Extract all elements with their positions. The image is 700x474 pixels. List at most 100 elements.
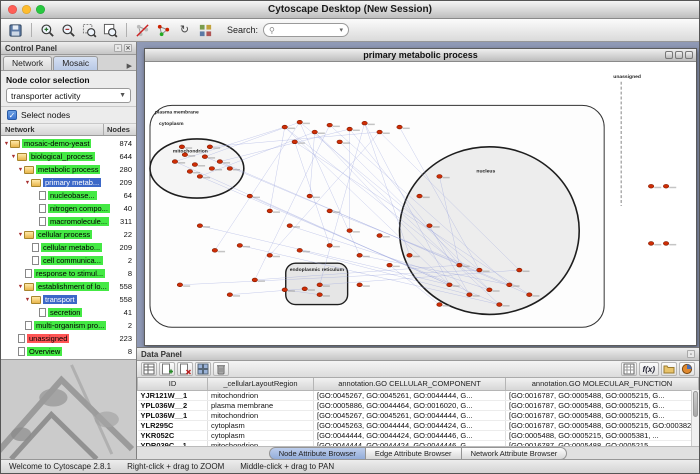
- network-node[interactable]: [192, 163, 197, 167]
- tree-item-cellular-metabo[interactable]: cellular metabo...209: [1, 241, 136, 254]
- table-row[interactable]: YPL036W__2plasma membrane[GO:0005886, GO…: [138, 400, 699, 410]
- color-attribute-dropdown[interactable]: transporter activity ▼: [6, 88, 131, 103]
- tree-item-primary-metab[interactable]: ▼primary metab...209: [1, 176, 136, 189]
- zoom-window-button[interactable]: [36, 5, 45, 14]
- network-node[interactable]: [312, 130, 317, 134]
- network-node[interactable]: [327, 209, 332, 213]
- tab-scroll-right-icon[interactable]: ▶: [125, 62, 134, 70]
- network-canvas[interactable]: plasma membrane cytoplasm mitochondrion …: [145, 62, 696, 345]
- tree-item-transport[interactable]: ▼transport558: [1, 293, 136, 306]
- tab-node-attribute-browser[interactable]: Node Attribute Browser: [269, 447, 366, 460]
- network-node[interactable]: [377, 130, 382, 134]
- tree-item-mosaic-demo-yeast[interactable]: ▼mosaic-demo-yeast874: [1, 137, 136, 150]
- network-overview[interactable]: [1, 359, 136, 459]
- network-node[interactable]: [477, 268, 482, 272]
- tree-item-cellular-process[interactable]: ▼cellular process22: [1, 228, 136, 241]
- network-node[interactable]: [327, 244, 332, 248]
- tree-item-nitrogen-compo[interactable]: nitrogen compo...40: [1, 202, 136, 215]
- network-node[interactable]: [357, 283, 362, 287]
- network-node[interactable]: [437, 303, 442, 307]
- select-all-attributes-button[interactable]: [195, 362, 211, 376]
- tree-expand-icon[interactable]: ▼: [24, 297, 31, 303]
- tree-item-response-to-stimul[interactable]: response to stimul...8: [1, 267, 136, 280]
- tree-expand-icon[interactable]: ▼: [10, 154, 17, 160]
- delete-attribute-button[interactable]: [177, 362, 193, 376]
- network-node[interactable]: [227, 167, 232, 171]
- network-node[interactable]: [212, 248, 217, 252]
- network-node[interactable]: [317, 283, 322, 287]
- close-panel-icon[interactable]: ✕: [124, 44, 132, 52]
- tree-item-overview[interactable]: Overview8: [1, 345, 136, 358]
- column-header-id[interactable]: ID: [138, 378, 208, 390]
- network-node[interactable]: [397, 125, 402, 129]
- column-header--cellularlayoutregion[interactable]: _cellularLayoutRegion: [208, 378, 314, 390]
- tree-item-unassigned[interactable]: unassigned223: [1, 332, 136, 345]
- network-node[interactable]: [197, 224, 202, 228]
- close-window-button[interactable]: [8, 5, 17, 14]
- attribute-matrix-button[interactable]: [621, 362, 637, 376]
- search-dropdown-icon[interactable]: ▾: [340, 26, 344, 34]
- column-header-nodes[interactable]: Nodes: [104, 124, 136, 135]
- minimize-window-button[interactable]: [22, 5, 31, 14]
- function-builder-button[interactable]: f(x): [639, 362, 659, 376]
- frame-minimize-button[interactable]: [665, 51, 673, 59]
- network-frame-titlebar[interactable]: primary metabolic process: [145, 49, 696, 62]
- network-node[interactable]: [663, 184, 668, 188]
- zoom-selected-region-button[interactable]: [80, 21, 99, 40]
- apply-layout-button[interactable]: ↻: [175, 21, 194, 40]
- network-node[interactable]: [487, 288, 492, 292]
- zoom-out-button[interactable]: [59, 21, 78, 40]
- table-scrollbar-thumb[interactable]: [693, 391, 698, 417]
- new-attribute-button[interactable]: [159, 362, 175, 376]
- hide-selected-button[interactable]: [133, 21, 152, 40]
- table-scrollbar[interactable]: [691, 390, 699, 446]
- network-node[interactable]: [177, 283, 182, 287]
- network-node[interactable]: [497, 303, 502, 307]
- network-node[interactable]: [347, 229, 352, 233]
- network-node[interactable]: [347, 127, 352, 131]
- network-node[interactable]: [648, 242, 653, 246]
- network-node[interactable]: [427, 224, 432, 228]
- network-node[interactable]: [357, 253, 362, 257]
- network-node[interactable]: [407, 253, 412, 257]
- tree-item-nucleobase[interactable]: nucleobase...64: [1, 189, 136, 202]
- select-nodes-checkbox[interactable]: ✓: [7, 110, 17, 120]
- network-node[interactable]: [377, 234, 382, 238]
- frame-maximize-button[interactable]: [675, 51, 683, 59]
- create-network-from-selection-button[interactable]: [154, 21, 173, 40]
- column-header-annotation-go-cellular-component[interactable]: annotation.GO CELLULAR_COMPONENT: [314, 378, 506, 390]
- tab-network-attribute-browser[interactable]: Network Attribute Browser: [462, 447, 568, 460]
- attribute-chart-button[interactable]: [679, 362, 695, 376]
- zoom-fit-button[interactable]: [101, 21, 120, 40]
- network-node[interactable]: [648, 184, 653, 188]
- network-node[interactable]: [282, 125, 287, 129]
- search-input[interactable]: ⚲ ▾: [263, 23, 349, 37]
- network-node[interactable]: [282, 288, 287, 292]
- network-node[interactable]: [387, 263, 392, 267]
- tab-edge-attribute-browser[interactable]: Edge Attribute Browser: [366, 447, 462, 460]
- network-node[interactable]: [267, 209, 272, 213]
- manage-plugins-button[interactable]: [196, 21, 215, 40]
- network-node[interactable]: [247, 194, 252, 198]
- select-attributes-button[interactable]: [141, 362, 157, 376]
- tree-expand-icon[interactable]: ▼: [3, 141, 10, 147]
- network-node[interactable]: [287, 224, 292, 228]
- float-panel-icon[interactable]: ▫: [114, 44, 122, 52]
- tree-item-biological-process[interactable]: ▼biological_process644: [1, 150, 136, 163]
- network-node[interactable]: [202, 155, 207, 159]
- tree-expand-icon[interactable]: ▼: [17, 284, 24, 290]
- network-node[interactable]: [172, 160, 177, 164]
- save-session-button[interactable]: [6, 21, 25, 40]
- table-row[interactable]: YPL036W__1mitochondrion[GO:0045267, GO:0…: [138, 410, 699, 420]
- tab-network[interactable]: Network: [3, 56, 52, 70]
- network-node[interactable]: [307, 194, 312, 198]
- tree-item-multi-organism-pro[interactable]: multi-organism pro...2: [1, 319, 136, 332]
- tree-item-cell-communica[interactable]: cell communica...2: [1, 254, 136, 267]
- table-row[interactable]: YDR039C__1mitochondrion[GO:0044444, GO:0…: [138, 440, 699, 446]
- network-node[interactable]: [237, 244, 242, 248]
- network-node[interactable]: [297, 120, 302, 124]
- network-node[interactable]: [517, 268, 522, 272]
- import-attributes-button[interactable]: [661, 362, 677, 376]
- tree-item-secretion[interactable]: secretion41: [1, 306, 136, 319]
- network-node[interactable]: [187, 170, 192, 174]
